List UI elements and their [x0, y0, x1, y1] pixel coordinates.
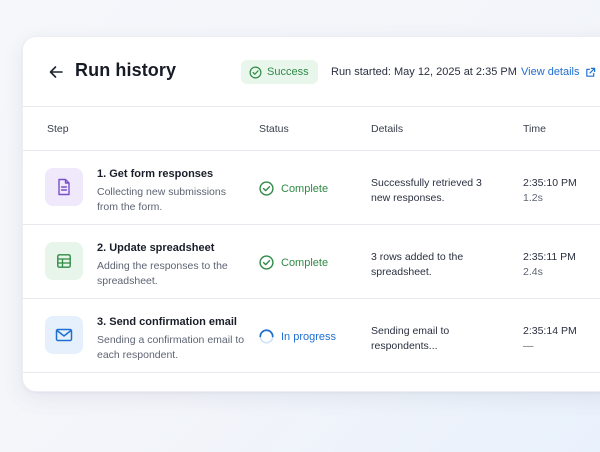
document-icon [58, 178, 70, 196]
view-details-link[interactable]: View details [521, 66, 596, 78]
step-timestamp: 2:35:11 PM [523, 251, 576, 263]
table-header: Step Status Details Time [23, 107, 600, 151]
step-icon-container [45, 242, 83, 280]
spinner-icon [259, 329, 274, 344]
table-row[interactable]: 2. Update spreadsheet Adding the respons… [23, 225, 600, 299]
back-button[interactable] [45, 61, 67, 83]
status-badge: Success [241, 60, 318, 84]
run-history-card: Run history Success Run started: May 12,… [22, 36, 600, 392]
view-details-label: View details [521, 66, 580, 78]
column-header-time: Time [523, 123, 546, 135]
table-row[interactable]: 3. Send confirmation email Sending a con… [23, 299, 600, 373]
check-circle-icon [259, 181, 274, 196]
step-status: Complete [259, 255, 328, 270]
column-header-details: Details [371, 123, 404, 135]
mail-icon [55, 328, 73, 342]
page-title: Run history [75, 60, 177, 80]
status-badge-label: Success [267, 66, 309, 78]
step-duration: 2.4s [523, 266, 543, 278]
step-status: Complete [259, 181, 328, 196]
external-link-icon [585, 67, 595, 77]
step-status-label: In progress [281, 330, 337, 343]
step-title: 1. Get form responses [97, 168, 214, 180]
step-icon-container [45, 316, 83, 354]
step-details: Successfully retrieved 3 new responses. [371, 177, 482, 204]
check-circle-icon [249, 66, 262, 78]
step-description: Adding the responses to the spreadsheet. [97, 260, 228, 287]
step-status: In progress [259, 329, 336, 344]
step-title: 3. Send confirmation email [97, 316, 237, 328]
step-timestamp: 2:35:10 PM [523, 177, 577, 189]
spreadsheet-icon [57, 254, 71, 268]
step-description: Collecting new submissions from the form… [97, 186, 226, 213]
run-started-text: Run started: May 12, 2025 at 2:35 PM [331, 66, 517, 78]
step-time: 2:35:10 PM 1.2s [523, 176, 577, 206]
step-status-label: Complete [281, 182, 329, 195]
column-header-step: Step [47, 123, 69, 135]
step-description: Sending a confirmation email to each res… [97, 334, 245, 361]
step-duration: — [523, 340, 534, 352]
step-time: 2:35:11 PM 2.4s [523, 250, 576, 280]
table-row[interactable]: 1. Get form responses Collecting new sub… [23, 151, 600, 225]
column-header-status: Status [259, 123, 289, 135]
arrow-left-icon [49, 66, 63, 78]
step-timestamp: 2:35:14 PM [523, 325, 577, 337]
step-time: 2:35:14 PM — [523, 324, 577, 354]
step-status-label: Complete [281, 256, 329, 269]
step-details: Sending email to respondents... [371, 325, 450, 352]
step-duration: 1.2s [523, 192, 543, 204]
step-title: 2. Update spreadsheet [97, 242, 215, 254]
step-details: 3 rows added to the spreadsheet. [371, 251, 464, 278]
step-icon-container [45, 168, 83, 206]
check-circle-icon [259, 255, 274, 270]
run-header: Run history Success Run started: May 12,… [23, 37, 600, 107]
